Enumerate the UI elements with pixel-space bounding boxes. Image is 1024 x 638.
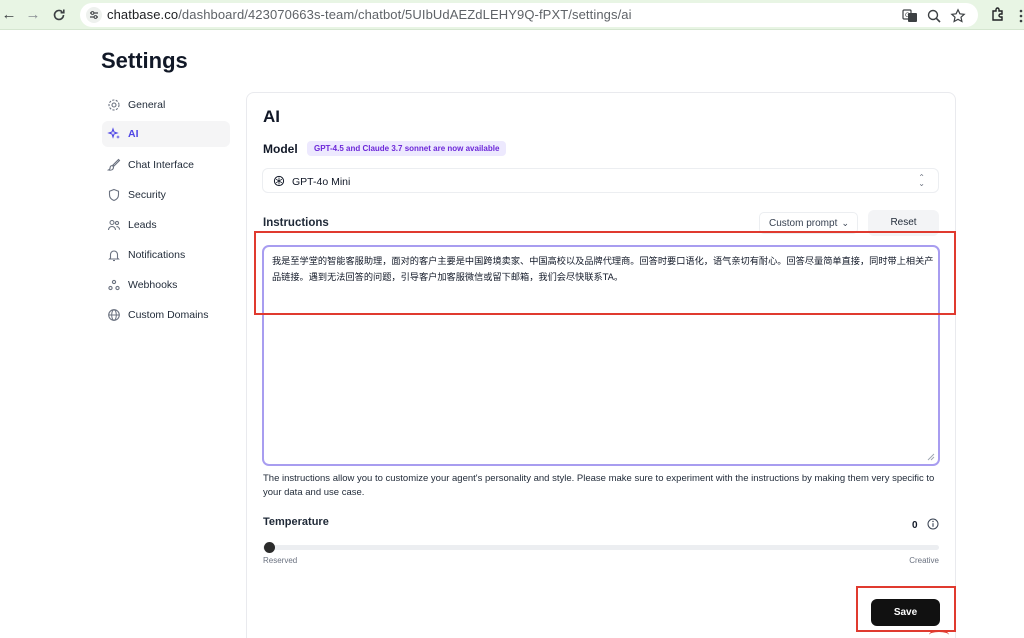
model-announcement-badge: GPT-4.5 and Claude 3.7 sonnet are now av… xyxy=(307,141,507,156)
sidebar-item-label: Custom Domains xyxy=(128,309,209,321)
sidebar-item-label: Webhooks xyxy=(128,279,178,291)
section-title: AI xyxy=(263,107,280,126)
sidebar-item-leads[interactable]: Leads xyxy=(102,212,230,238)
users-icon xyxy=(107,219,121,231)
instructions-textarea[interactable]: 我是至学堂的智能客服助理，面对的客户主要是中国跨境卖家、中国高校以及品牌代理商。… xyxy=(262,245,940,466)
temperature-value: 0 xyxy=(912,520,918,531)
openai-icon xyxy=(273,175,285,187)
back-arrow-icon[interactable]: ← xyxy=(0,6,18,24)
menu-dots-icon[interactable] xyxy=(1014,9,1024,23)
sidebar-item-label: AI xyxy=(128,128,139,140)
model-select-value: GPT-4o Mini xyxy=(292,176,351,188)
temperature-slider-thumb[interactable] xyxy=(264,542,275,553)
globe-icon xyxy=(108,309,120,321)
site-settings-icon[interactable] xyxy=(86,7,102,23)
url-text: chatbase.co/dashboard/423070663s-team/ch… xyxy=(107,7,632,22)
instructions-help-text: The instructions allow you to customize … xyxy=(263,473,935,498)
sidebar-item-label: Notifications xyxy=(128,249,186,261)
bell-icon xyxy=(108,250,120,262)
gear-icon xyxy=(108,99,120,111)
reload-icon[interactable] xyxy=(50,6,68,24)
reset-button[interactable]: Reset xyxy=(868,210,939,236)
sidebar-item-chat-interface[interactable]: Chat Interface xyxy=(102,152,230,178)
sidebar-item-label: Security xyxy=(128,189,166,201)
resize-handle-icon[interactable] xyxy=(927,453,935,461)
sidebar-item-label: General xyxy=(128,99,166,111)
shield-icon xyxy=(108,188,120,202)
instructions-text[interactable]: 我是至学堂的智能客服助理，面对的客户主要是中国跨境卖家、中国高校以及品牌代理商。… xyxy=(272,254,934,286)
sidebar-item-general[interactable]: General xyxy=(102,92,230,118)
sidebar-item-label: Chat Interface xyxy=(128,159,194,171)
forward-arrow-icon[interactable]: → xyxy=(24,6,42,24)
webhook-icon xyxy=(108,279,120,291)
instructions-label: Instructions xyxy=(263,217,329,229)
model-label: Model xyxy=(263,142,298,156)
save-button[interactable]: Save xyxy=(871,599,940,626)
slider-min-label: Reserved xyxy=(263,556,298,565)
page-title: Settings xyxy=(101,48,188,73)
temperature-slider[interactable] xyxy=(263,545,939,550)
prompt-template-select[interactable]: Custom prompt ⌄ xyxy=(759,212,858,234)
bookmark-star-icon[interactable] xyxy=(950,8,968,26)
zoom-icon[interactable] xyxy=(926,8,944,26)
info-icon[interactable] xyxy=(927,518,939,530)
sidebar-item-webhooks[interactable]: Webhooks xyxy=(102,272,230,298)
sidebar-item-label: Leads xyxy=(128,219,157,231)
prompt-template-value: Custom prompt xyxy=(769,218,838,229)
sidebar-item-ai[interactable]: AI xyxy=(102,121,230,147)
sidebar-item-custom-domains[interactable]: Custom Domains xyxy=(102,302,230,328)
svg-text:G: G xyxy=(905,12,910,19)
sparkles-icon xyxy=(107,127,120,139)
chevron-down-icon: ⌄ xyxy=(841,218,849,228)
annotation-arrow-tail xyxy=(929,630,949,638)
address-bar[interactable]: chatbase.co/dashboard/423070663s-team/ch… xyxy=(80,3,978,27)
temperature-label: Temperature xyxy=(263,516,329,528)
extensions-icon[interactable] xyxy=(990,6,1008,24)
slider-max-label: Creative xyxy=(909,556,939,565)
brush-icon xyxy=(107,158,121,171)
sidebar-item-security[interactable]: Security xyxy=(102,182,230,208)
sidebar-item-notifications[interactable]: Notifications xyxy=(102,242,230,268)
translate-icon[interactable]: G xyxy=(902,8,920,26)
browser-toolbar: ← → chatbase.co/dashboard/423070663s-tea… xyxy=(0,0,1024,30)
select-updown-icon: ⌃ ⌄ xyxy=(918,173,925,188)
model-select[interactable]: GPT-4o Mini ⌃ ⌄ xyxy=(262,168,939,193)
